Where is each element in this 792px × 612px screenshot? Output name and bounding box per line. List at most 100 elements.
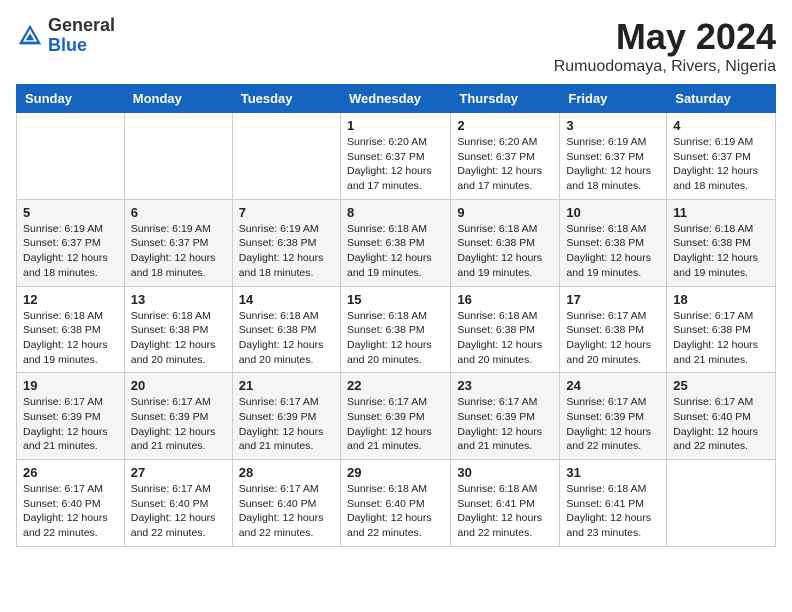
calendar-cell: 15Sunrise: 6:18 AM Sunset: 6:38 PM Dayli… bbox=[340, 286, 450, 373]
day-number: 2 bbox=[457, 118, 553, 133]
day-number: 9 bbox=[457, 205, 553, 220]
day-content: Sunrise: 6:17 AM Sunset: 6:40 PM Dayligh… bbox=[131, 482, 226, 541]
calendar-cell: 31 Sunrise: 6:18 AM Sunset: 6:41 PM Dayli… bbox=[560, 460, 667, 547]
day-number: 7 bbox=[239, 205, 334, 220]
day-content: Sunrise: 6:18 AM Sunset: 6:38 PM Dayligh… bbox=[131, 309, 226, 368]
day-content: Sunrise: 6:18 AM Sunset: 6:41 PM Dayligh… bbox=[566, 482, 660, 541]
day-number: 3 bbox=[566, 118, 660, 133]
day-number: 10 bbox=[566, 205, 660, 220]
day-content: Sunrise: 6:18 AM Sunset: 6:41 PM Dayligh… bbox=[457, 482, 553, 541]
calendar-cell: 21Sunrise: 6:17 AM Sunset: 6:39 PM Dayli… bbox=[232, 373, 340, 460]
day-content: Sunrise: 6:19 AM Sunset: 6:37 PM Dayligh… bbox=[23, 222, 118, 281]
calendar-cell: 11Sunrise: 6:18 AM Sunset: 6:38 PM Dayli… bbox=[667, 199, 776, 286]
weekday-header-sunday: Sunday bbox=[17, 85, 125, 113]
day-number: 8 bbox=[347, 205, 444, 220]
day-number: 24 bbox=[566, 378, 660, 393]
day-number: 5 bbox=[23, 205, 118, 220]
day-number: 28 bbox=[239, 465, 334, 480]
calendar-cell: 3 Sunrise: 6:19 AM Sunset: 6:37 PM Daylig… bbox=[560, 113, 667, 200]
logo-text: General Blue bbox=[48, 16, 115, 56]
day-number: 25 bbox=[673, 378, 769, 393]
logo-icon bbox=[16, 22, 44, 50]
day-number: 14 bbox=[239, 292, 334, 307]
weekday-header-saturday: Saturday bbox=[667, 85, 776, 113]
day-number: 20 bbox=[131, 378, 226, 393]
calendar-cell: 9Sunrise: 6:18 AM Sunset: 6:38 PM Daylig… bbox=[451, 199, 560, 286]
calendar-cell: 23Sunrise: 6:17 AM Sunset: 6:39 PM Dayli… bbox=[451, 373, 560, 460]
day-number: 13 bbox=[131, 292, 226, 307]
logo-general-text: General bbox=[48, 15, 115, 35]
location-title: Rumuodomaya, Rivers, Nigeria bbox=[554, 58, 776, 76]
calendar-cell: 20 Sunrise: 6:17 AM Sunset: 6:39 PM Dayli… bbox=[124, 373, 232, 460]
day-content: Sunrise: 6:18 AM Sunset: 6:38 PM Dayligh… bbox=[566, 222, 660, 281]
day-content: Sunrise: 6:17 AM Sunset: 6:39 PM Dayligh… bbox=[566, 395, 660, 454]
calendar-table: SundayMondayTuesdayWednesdayThursdayFrid… bbox=[16, 84, 776, 547]
page-header: General Blue May 2024 Rumuodomaya, River… bbox=[16, 16, 776, 76]
weekday-header-row: SundayMondayTuesdayWednesdayThursdayFrid… bbox=[17, 85, 776, 113]
day-content: Sunrise: 6:19 AM Sunset: 6:37 PM Dayligh… bbox=[673, 135, 769, 194]
calendar-cell: 16 Sunrise: 6:18 AM Sunset: 6:38 PM Dayli… bbox=[451, 286, 560, 373]
day-content: Sunrise: 6:17 AM Sunset: 6:38 PM Dayligh… bbox=[566, 309, 660, 368]
calendar-cell: 27 Sunrise: 6:17 AM Sunset: 6:40 PM Dayli… bbox=[124, 460, 232, 547]
day-number: 18 bbox=[673, 292, 769, 307]
day-content: Sunrise: 6:19 AM Sunset: 6:38 PM Dayligh… bbox=[239, 222, 334, 281]
day-content: Sunrise: 6:20 AM Sunset: 6:37 PM Dayligh… bbox=[457, 135, 553, 194]
day-number: 17 bbox=[566, 292, 660, 307]
day-number: 16 bbox=[457, 292, 553, 307]
day-number: 19 bbox=[23, 378, 118, 393]
week-row-3: 12 Sunrise: 6:18 AM Sunset: 6:38 PM Dayli… bbox=[17, 286, 776, 373]
calendar-cell: 8 Sunrise: 6:18 AM Sunset: 6:38 PM Daylig… bbox=[340, 199, 450, 286]
day-number: 31 bbox=[566, 465, 660, 480]
day-number: 1 bbox=[347, 118, 444, 133]
calendar-cell: 10 Sunrise: 6:18 AM Sunset: 6:38 PM Dayli… bbox=[560, 199, 667, 286]
calendar-cell bbox=[232, 113, 340, 200]
calendar-cell: 13 Sunrise: 6:18 AM Sunset: 6:38 PM Dayli… bbox=[124, 286, 232, 373]
calendar-cell: 2 Sunrise: 6:20 AM Sunset: 6:37 PM Daylig… bbox=[451, 113, 560, 200]
day-content: Sunrise: 6:17 AM Sunset: 6:39 PM Dayligh… bbox=[457, 395, 553, 454]
day-content: Sunrise: 6:17 AM Sunset: 6:39 PM Dayligh… bbox=[131, 395, 226, 454]
calendar-cell: 24 Sunrise: 6:17 AM Sunset: 6:39 PM Dayli… bbox=[560, 373, 667, 460]
day-content: Sunrise: 6:18 AM Sunset: 6:38 PM Dayligh… bbox=[23, 309, 118, 368]
day-number: 27 bbox=[131, 465, 226, 480]
calendar-cell: 17 Sunrise: 6:17 AM Sunset: 6:38 PM Dayli… bbox=[560, 286, 667, 373]
day-content: Sunrise: 6:18 AM Sunset: 6:40 PM Dayligh… bbox=[347, 482, 444, 541]
day-content: Sunrise: 6:17 AM Sunset: 6:39 PM Dayligh… bbox=[239, 395, 334, 454]
day-number: 30 bbox=[457, 465, 553, 480]
day-number: 4 bbox=[673, 118, 769, 133]
weekday-header-thursday: Thursday bbox=[451, 85, 560, 113]
calendar-cell: 30 Sunrise: 6:18 AM Sunset: 6:41 PM Dayli… bbox=[451, 460, 560, 547]
calendar-cell: 1 Sunrise: 6:20 AM Sunset: 6:37 PM Daylig… bbox=[340, 113, 450, 200]
day-content: Sunrise: 6:18 AM Sunset: 6:38 PM Dayligh… bbox=[457, 309, 553, 368]
calendar-cell: 4 Sunrise: 6:19 AM Sunset: 6:37 PM Daylig… bbox=[667, 113, 776, 200]
day-number: 29 bbox=[347, 465, 444, 480]
calendar-cell bbox=[17, 113, 125, 200]
calendar-cell: 12 Sunrise: 6:18 AM Sunset: 6:38 PM Dayli… bbox=[17, 286, 125, 373]
week-row-2: 5 Sunrise: 6:19 AM Sunset: 6:37 PM Daylig… bbox=[17, 199, 776, 286]
day-content: Sunrise: 6:18 AM Sunset: 6:38 PM Dayligh… bbox=[347, 222, 444, 281]
day-content: Sunrise: 6:19 AM Sunset: 6:37 PM Dayligh… bbox=[566, 135, 660, 194]
day-content: Sunrise: 6:18 AM Sunset: 6:38 PM Dayligh… bbox=[673, 222, 769, 281]
logo-blue-text: Blue bbox=[48, 35, 87, 55]
day-content: Sunrise: 6:17 AM Sunset: 6:39 PM Dayligh… bbox=[23, 395, 118, 454]
month-title: May 2024 bbox=[554, 16, 776, 58]
calendar-cell: 7 Sunrise: 6:19 AM Sunset: 6:38 PM Daylig… bbox=[232, 199, 340, 286]
day-number: 12 bbox=[23, 292, 118, 307]
day-content: Sunrise: 6:17 AM Sunset: 6:38 PM Dayligh… bbox=[673, 309, 769, 368]
day-content: Sunrise: 6:18 AM Sunset: 6:38 PM Dayligh… bbox=[239, 309, 334, 368]
weekday-header-friday: Friday bbox=[560, 85, 667, 113]
day-content: Sunrise: 6:17 AM Sunset: 6:40 PM Dayligh… bbox=[23, 482, 118, 541]
day-content: Sunrise: 6:20 AM Sunset: 6:37 PM Dayligh… bbox=[347, 135, 444, 194]
calendar-cell: 28 Sunrise: 6:17 AM Sunset: 6:40 PM Dayli… bbox=[232, 460, 340, 547]
weekday-header-wednesday: Wednesday bbox=[340, 85, 450, 113]
weekday-header-tuesday: Tuesday bbox=[232, 85, 340, 113]
day-number: 22 bbox=[347, 378, 444, 393]
weekday-header-monday: Monday bbox=[124, 85, 232, 113]
week-row-5: 26Sunrise: 6:17 AM Sunset: 6:40 PM Dayli… bbox=[17, 460, 776, 547]
day-content: Sunrise: 6:17 AM Sunset: 6:40 PM Dayligh… bbox=[239, 482, 334, 541]
day-content: Sunrise: 6:17 AM Sunset: 6:40 PM Dayligh… bbox=[673, 395, 769, 454]
calendar-cell: 6Sunrise: 6:19 AM Sunset: 6:37 PM Daylig… bbox=[124, 199, 232, 286]
day-content: Sunrise: 6:17 AM Sunset: 6:39 PM Dayligh… bbox=[347, 395, 444, 454]
calendar-cell: 5 Sunrise: 6:19 AM Sunset: 6:37 PM Daylig… bbox=[17, 199, 125, 286]
title-block: May 2024 Rumuodomaya, Rivers, Nigeria bbox=[554, 16, 776, 76]
calendar-cell: 19 Sunrise: 6:17 AM Sunset: 6:39 PM Dayli… bbox=[17, 373, 125, 460]
